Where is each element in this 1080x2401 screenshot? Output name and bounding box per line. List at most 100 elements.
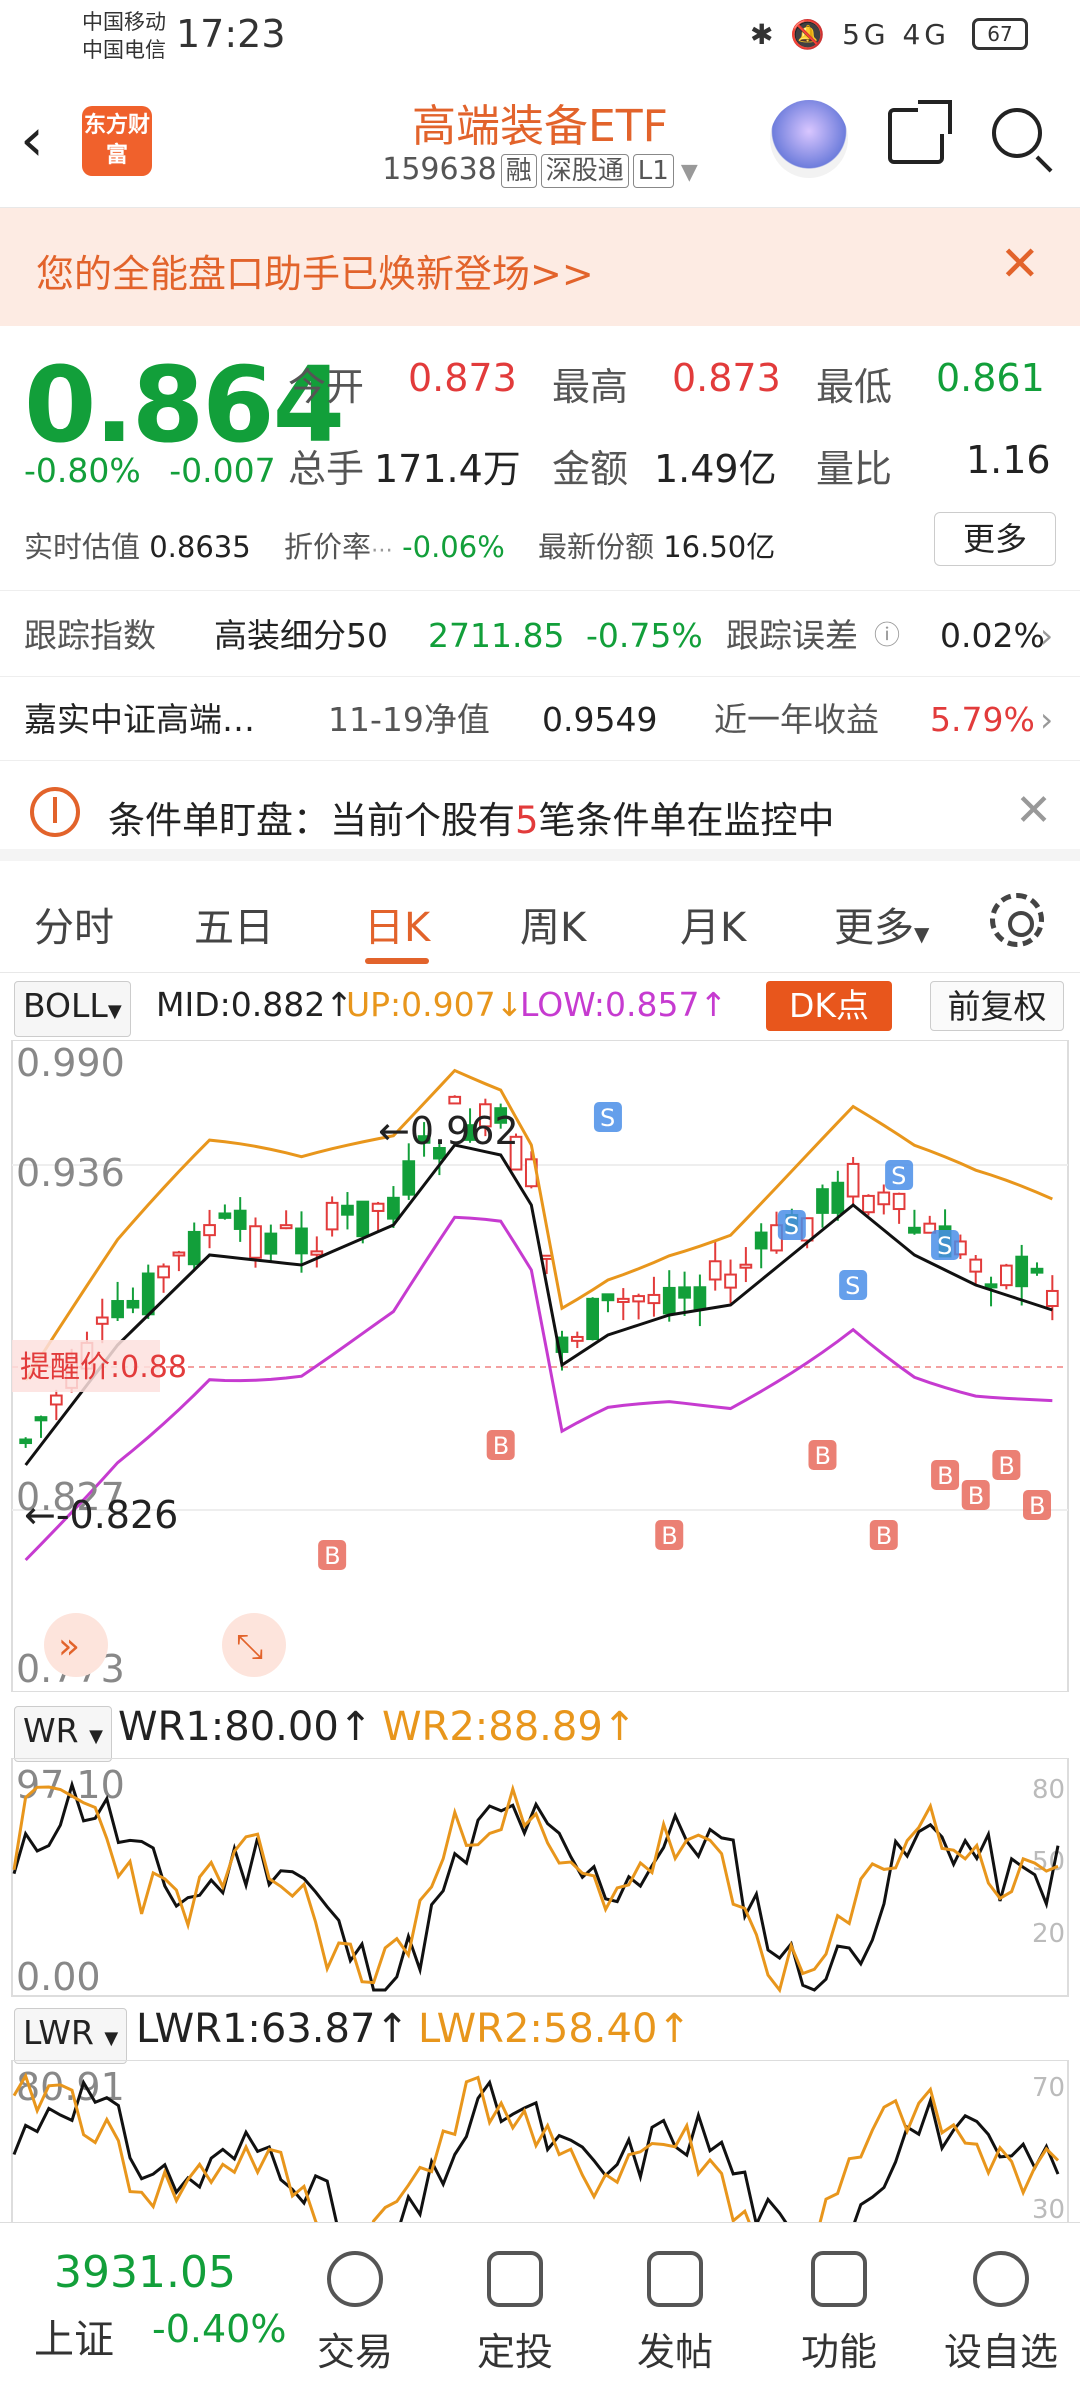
active-tab-indicator xyxy=(365,958,429,964)
candle-body xyxy=(126,1299,140,1309)
lwr-chart[interactable]: 80.91 70 30 xyxy=(0,2060,1080,2222)
candle-body xyxy=(402,1160,416,1196)
level-tag: L1 xyxy=(632,154,674,188)
wr-selector[interactable]: WR ▼ xyxy=(14,1706,112,1762)
nav-trade[interactable]: 交易 xyxy=(280,2223,430,2401)
tab-daily-k[interactable]: 日K xyxy=(364,895,430,953)
candle-body xyxy=(172,1251,186,1257)
tab-weekly-k[interactable]: 周K xyxy=(520,895,586,953)
candle-body xyxy=(586,1297,599,1341)
candle-body xyxy=(279,1224,293,1230)
signal-marker-label: B xyxy=(876,1522,892,1550)
candle-body xyxy=(1015,1255,1029,1288)
bottom-nav: 3931.05 上证 -0.40% 交易 定投 发帖 功能 设自选 xyxy=(0,2222,1080,2400)
condition-order-alert[interactable]: 条件单盯盘：当前个股有5笔条件单在监控中 ✕ xyxy=(0,765,1080,861)
boll-selector[interactable]: BOLL▼ xyxy=(14,981,131,1037)
dk-point-button[interactable]: DK点 xyxy=(766,981,892,1031)
close-icon[interactable]: ✕ xyxy=(1015,785,1052,836)
search-icon[interactable] xyxy=(992,108,1042,158)
share-icon[interactable] xyxy=(888,100,952,164)
wr2-value: WR2:88.89↑ xyxy=(382,1704,637,1750)
info-icon[interactable]: ⋯ xyxy=(371,538,393,563)
candle-body xyxy=(969,1258,983,1273)
candle-body xyxy=(678,1286,691,1299)
nav-add-watch[interactable]: 设自选 xyxy=(926,2223,1076,2401)
chevron-right-icon: › xyxy=(1040,616,1054,655)
kline-chart[interactable]: SSSSSBBBBBBBBB 0.990 0.936 提醒价:0.88 0.82… xyxy=(0,1040,1080,1692)
close-icon[interactable]: ✕ xyxy=(1000,236,1040,292)
signal-marker-label: B xyxy=(493,1432,509,1460)
tracking-row[interactable]: 跟踪指数 高装细分50 2711.85 -0.75% 跟踪误差 ⓘ 0.02% … xyxy=(0,595,1080,677)
candle-body xyxy=(1030,1267,1044,1274)
alert-text: 条件单盯盘：当前个股有5笔条件单在监控中 xyxy=(108,799,835,842)
candle-body xyxy=(141,1272,155,1316)
boll-low: LOW:0.857↑ xyxy=(520,985,728,1024)
index-name: 上证 xyxy=(34,2317,114,2363)
connect-tag: 深股通 xyxy=(540,154,629,188)
candle-body xyxy=(616,1297,630,1303)
candle-body xyxy=(111,1300,124,1319)
wr-50-tick: 50 xyxy=(1032,1847,1065,1877)
y-tick-top: 0.990 xyxy=(16,1041,125,1085)
remind-price-label[interactable]: 提醒价:0.88 xyxy=(20,1350,187,1385)
signal-marker-label: B xyxy=(998,1452,1014,1480)
lwr-selector[interactable]: LWR ▼ xyxy=(14,2008,128,2064)
promo-text: 您的全能盘口助手已焕新登场>> xyxy=(36,252,594,296)
chevron-right-icon: › xyxy=(1040,700,1054,739)
low-marker: ←-0.826 xyxy=(24,1493,178,1537)
candle-body xyxy=(708,1260,722,1281)
candle-body xyxy=(754,1231,768,1250)
nav-post[interactable]: 发帖 xyxy=(600,2223,750,2401)
candle-body xyxy=(724,1273,737,1289)
volume-label: 总手 xyxy=(288,447,365,491)
caret-down-icon: ▼ xyxy=(104,2028,119,2049)
signal-marker-label: S xyxy=(600,1104,615,1132)
nav-invest[interactable]: 定投 xyxy=(440,2223,590,2401)
signal-marker-label: B xyxy=(968,1482,984,1510)
high-marker: ←0.962 xyxy=(378,1109,519,1153)
more-dots-icon xyxy=(973,2251,1029,2307)
double-chevron-icon: » xyxy=(58,1626,80,1667)
assistant-avatar-icon[interactable] xyxy=(770,100,848,178)
wr-80-tick: 80 xyxy=(1032,1775,1065,1805)
signal-marker-label: S xyxy=(845,1272,860,1300)
caret-down-icon: ▼ xyxy=(107,1001,122,1022)
candle-body xyxy=(356,1200,370,1238)
tab-five-day[interactable]: 五日 xyxy=(194,895,274,953)
more-button[interactable]: 更多 xyxy=(934,512,1056,566)
tab-monthly-k[interactable]: 月K xyxy=(680,895,746,953)
adjust-mode-button[interactable]: 前复权 xyxy=(930,981,1064,1031)
candle-body xyxy=(693,1286,707,1311)
lwr2-value: LWR2:58.40↑ xyxy=(418,2006,691,2052)
fund-row[interactable]: 嘉实中证高端… 11-19净值 0.9549 近一年收益 5.79% › xyxy=(0,679,1080,761)
signal-marker-label: S xyxy=(937,1232,952,1260)
tab-intraday[interactable]: 分时 xyxy=(34,895,114,953)
high-value: 0.873 xyxy=(672,356,781,400)
tab-more[interactable]: 更多▼ xyxy=(834,895,929,953)
candle-body xyxy=(95,1316,109,1325)
candle-body xyxy=(157,1265,170,1279)
yuan-icon xyxy=(327,2251,383,2307)
help-icon[interactable]: ⓘ xyxy=(874,595,900,677)
lwr1-value: LWR1:63.87↑ xyxy=(136,2006,409,2052)
y-tick-2: 0.936 xyxy=(16,1151,125,1195)
wr-chart[interactable]: 97.10 0.00 80 50 20 xyxy=(0,1758,1080,1998)
candle-body xyxy=(739,1263,753,1269)
wr2-line xyxy=(12,1783,1059,1994)
promo-banner[interactable]: 您的全能盘口助手已焕新登场>> ✕ xyxy=(0,208,1080,326)
boll-indicator-bar: BOLL▼ MID:0.882↑ UP:0.907↓ LOW:0.857↑ DK… xyxy=(0,975,1080,1037)
candle-body xyxy=(310,1250,324,1256)
wr-20-tick: 20 xyxy=(1032,1919,1065,1949)
candle-body xyxy=(19,1438,33,1445)
candle-body xyxy=(295,1227,308,1255)
candle-body xyxy=(187,1230,201,1266)
nav-functions[interactable]: 功能 xyxy=(764,2223,914,2401)
candle-body xyxy=(831,1181,845,1214)
candle-body xyxy=(632,1295,645,1303)
gear-icon[interactable] xyxy=(990,893,1044,947)
boll-up-line xyxy=(24,1068,1053,1381)
status-bar: 中国移动 中国电信 17:23 ✱ 🔕 5G 4G 67 xyxy=(0,0,1080,80)
grid-icon xyxy=(811,2251,867,2307)
caret-down-icon: ▼ xyxy=(89,1726,103,1747)
index-ticker[interactable]: 3931.05 上证 -0.40% xyxy=(0,2223,300,2401)
